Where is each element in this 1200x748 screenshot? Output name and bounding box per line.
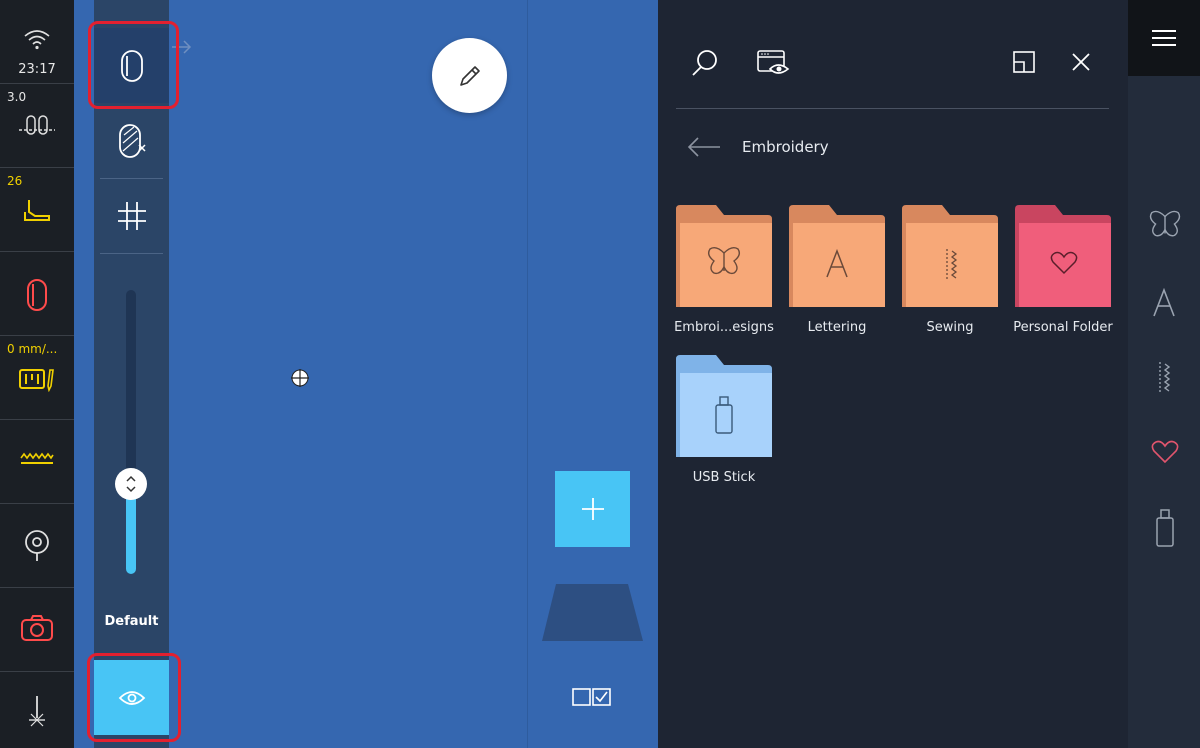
pencil-icon bbox=[459, 65, 480, 86]
letter-a-icon bbox=[825, 248, 849, 283]
plus-icon bbox=[581, 498, 604, 520]
hoop-center-crosshair-icon bbox=[290, 368, 310, 388]
presser-foot-value: 26 bbox=[7, 174, 23, 188]
presser-foot-icon bbox=[0, 198, 74, 222]
window-eye-icon bbox=[757, 50, 790, 74]
select-checkbox-icon bbox=[572, 688, 611, 706]
feed-dogs-icon bbox=[0, 452, 74, 466]
layout-icon bbox=[1013, 51, 1035, 73]
usb-icon bbox=[714, 395, 734, 439]
folder-sewing[interactable] bbox=[902, 205, 998, 311]
add-design-button[interactable] bbox=[555, 471, 630, 547]
category-sewing-button[interactable] bbox=[1157, 360, 1171, 398]
design-strip bbox=[527, 0, 658, 748]
tray-shape bbox=[542, 584, 643, 645]
category-sidebar bbox=[1128, 0, 1200, 748]
close-icon bbox=[1072, 53, 1090, 71]
category-designs-button[interactable] bbox=[1148, 208, 1182, 246]
category-usb-button[interactable] bbox=[1155, 508, 1175, 552]
heart-icon bbox=[1050, 251, 1078, 279]
status-sidebar: 23:17 3.0 26 0 mm/... bbox=[0, 0, 74, 748]
zoom-slider-handle[interactable] bbox=[115, 468, 147, 500]
hoop-button[interactable] bbox=[0, 252, 74, 336]
tool-separator bbox=[100, 253, 163, 254]
thread-tension-button[interactable]: 3.0 bbox=[0, 84, 74, 168]
close-panel-button[interactable] bbox=[1070, 51, 1092, 77]
breadcrumb-title: Embroidery bbox=[742, 138, 829, 156]
wifi-icon bbox=[0, 28, 74, 50]
speed-label: 0 mm/... bbox=[7, 342, 58, 356]
hamburger-menu-icon bbox=[1152, 30, 1176, 46]
hoop-cross-icon bbox=[118, 123, 146, 158]
butterfly-icon bbox=[1149, 210, 1181, 237]
heart-icon bbox=[1151, 440, 1179, 464]
folder-usb-stick[interactable] bbox=[676, 355, 772, 461]
highlight-hoop-select bbox=[88, 21, 179, 109]
preview-window-button[interactable] bbox=[756, 48, 790, 82]
back-button[interactable] bbox=[686, 136, 722, 162]
bobbin-button[interactable] bbox=[0, 504, 74, 588]
stitch-icon bbox=[1159, 362, 1171, 392]
tension-value: 3.0 bbox=[7, 90, 27, 104]
layout-toggle-button[interactable] bbox=[1012, 50, 1036, 78]
presser-foot-button[interactable]: 26 bbox=[0, 168, 74, 252]
search-icon bbox=[692, 50, 717, 76]
folder-label: Embroi...esigns bbox=[674, 320, 774, 335]
thread-tension-icon bbox=[0, 112, 74, 140]
needle-down-button[interactable] bbox=[0, 672, 74, 748]
folder-label: Sewing bbox=[926, 320, 974, 335]
folder-label: Personal Folder bbox=[1013, 320, 1113, 335]
category-lettering-button[interactable] bbox=[1152, 287, 1176, 322]
status-time-cell: 23:17 bbox=[0, 0, 74, 84]
edit-button[interactable] bbox=[432, 38, 507, 113]
search-button[interactable] bbox=[690, 48, 720, 82]
file-browser-panel: Embroidery Embroi...esigns Lettering Sew… bbox=[658, 0, 1128, 748]
header-divider bbox=[676, 108, 1109, 109]
slider-label: Default bbox=[104, 614, 159, 629]
folder-label: USB Stick bbox=[692, 470, 756, 485]
letter-a-icon bbox=[1153, 287, 1175, 317]
up-down-chevron-icon bbox=[126, 475, 136, 493]
hoop-remove-button[interactable] bbox=[94, 103, 169, 178]
needle-stop-icon bbox=[0, 694, 74, 728]
category-personal-button[interactable] bbox=[1151, 440, 1179, 468]
arrow-left-icon bbox=[687, 137, 720, 157]
feed-dogs-button[interactable] bbox=[0, 420, 74, 504]
butterfly-icon bbox=[706, 245, 742, 283]
stitch-length-button[interactable]: 0 mm/... bbox=[0, 336, 74, 420]
hoop-icon bbox=[0, 278, 74, 312]
measure-pencil-icon bbox=[0, 366, 74, 392]
main-menu-button[interactable] bbox=[1128, 0, 1200, 76]
highlight-preview bbox=[87, 653, 181, 742]
tool-column: Default bbox=[94, 0, 169, 748]
folder-personal[interactable] bbox=[1015, 205, 1111, 311]
multi-select-button[interactable] bbox=[571, 686, 613, 712]
camera-icon bbox=[0, 614, 74, 642]
grid-icon bbox=[117, 201, 146, 230]
folder-embroidery-designs[interactable] bbox=[676, 205, 772, 311]
bobbin-icon bbox=[0, 528, 74, 562]
usb-icon bbox=[1156, 509, 1174, 547]
folder-lettering[interactable] bbox=[789, 205, 885, 311]
clock-time: 23:17 bbox=[18, 62, 56, 77]
camera-button[interactable] bbox=[0, 588, 74, 672]
stitch-icon bbox=[944, 247, 958, 285]
folder-label: Lettering bbox=[807, 320, 867, 335]
grid-button[interactable] bbox=[94, 178, 169, 253]
